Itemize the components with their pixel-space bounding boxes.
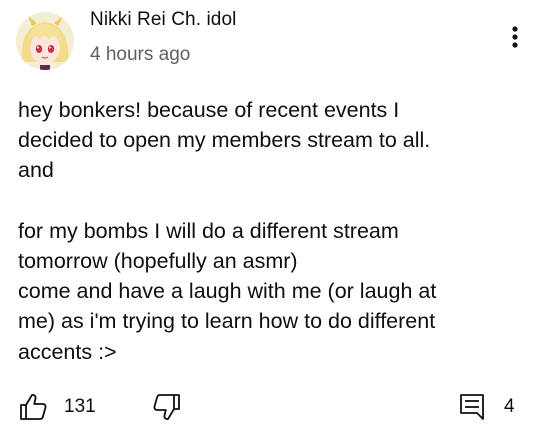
like-button[interactable]: 131	[18, 392, 96, 422]
more-vertical-icon[interactable]	[503, 22, 527, 52]
post-body-line: come and have a laugh with me (or laugh …	[18, 279, 437, 304]
thumbs-up-icon	[18, 392, 48, 422]
post-timestamp[interactable]: 4 hours ago	[90, 44, 190, 66]
action-bar: 131 4	[0, 388, 540, 428]
post-body-line: me) as i'm trying to learn how to do dif…	[18, 309, 436, 334]
post-body-line: accents :>	[18, 339, 117, 364]
reply-button[interactable]: 4	[458, 392, 515, 422]
avatar[interactable]	[16, 12, 74, 70]
dislike-button[interactable]	[152, 392, 182, 422]
reply-count: 4	[504, 396, 515, 417]
post-body-line: for my bombs I will do a different strea…	[18, 218, 399, 243]
thumbs-down-icon	[152, 392, 182, 422]
post-body-line: and	[18, 158, 54, 183]
like-count: 131	[64, 396, 96, 417]
post-body-line: tomorrow (hopefully an asmr)	[18, 249, 298, 273]
post-body-line: decided to open my members stream to all…	[18, 128, 431, 153]
post-body-line: hey bonkers! because of recent events I	[18, 98, 400, 122]
post-body-blank-line	[18, 186, 523, 216]
community-post: Nikki Rei Ch. idol 4 hours ago hey bonke…	[0, 0, 540, 443]
comment-icon	[458, 392, 486, 422]
post-body: hey bonkers! because of recent events I …	[18, 95, 523, 367]
author-name[interactable]: Nikki Rei Ch. idol	[90, 9, 236, 31]
